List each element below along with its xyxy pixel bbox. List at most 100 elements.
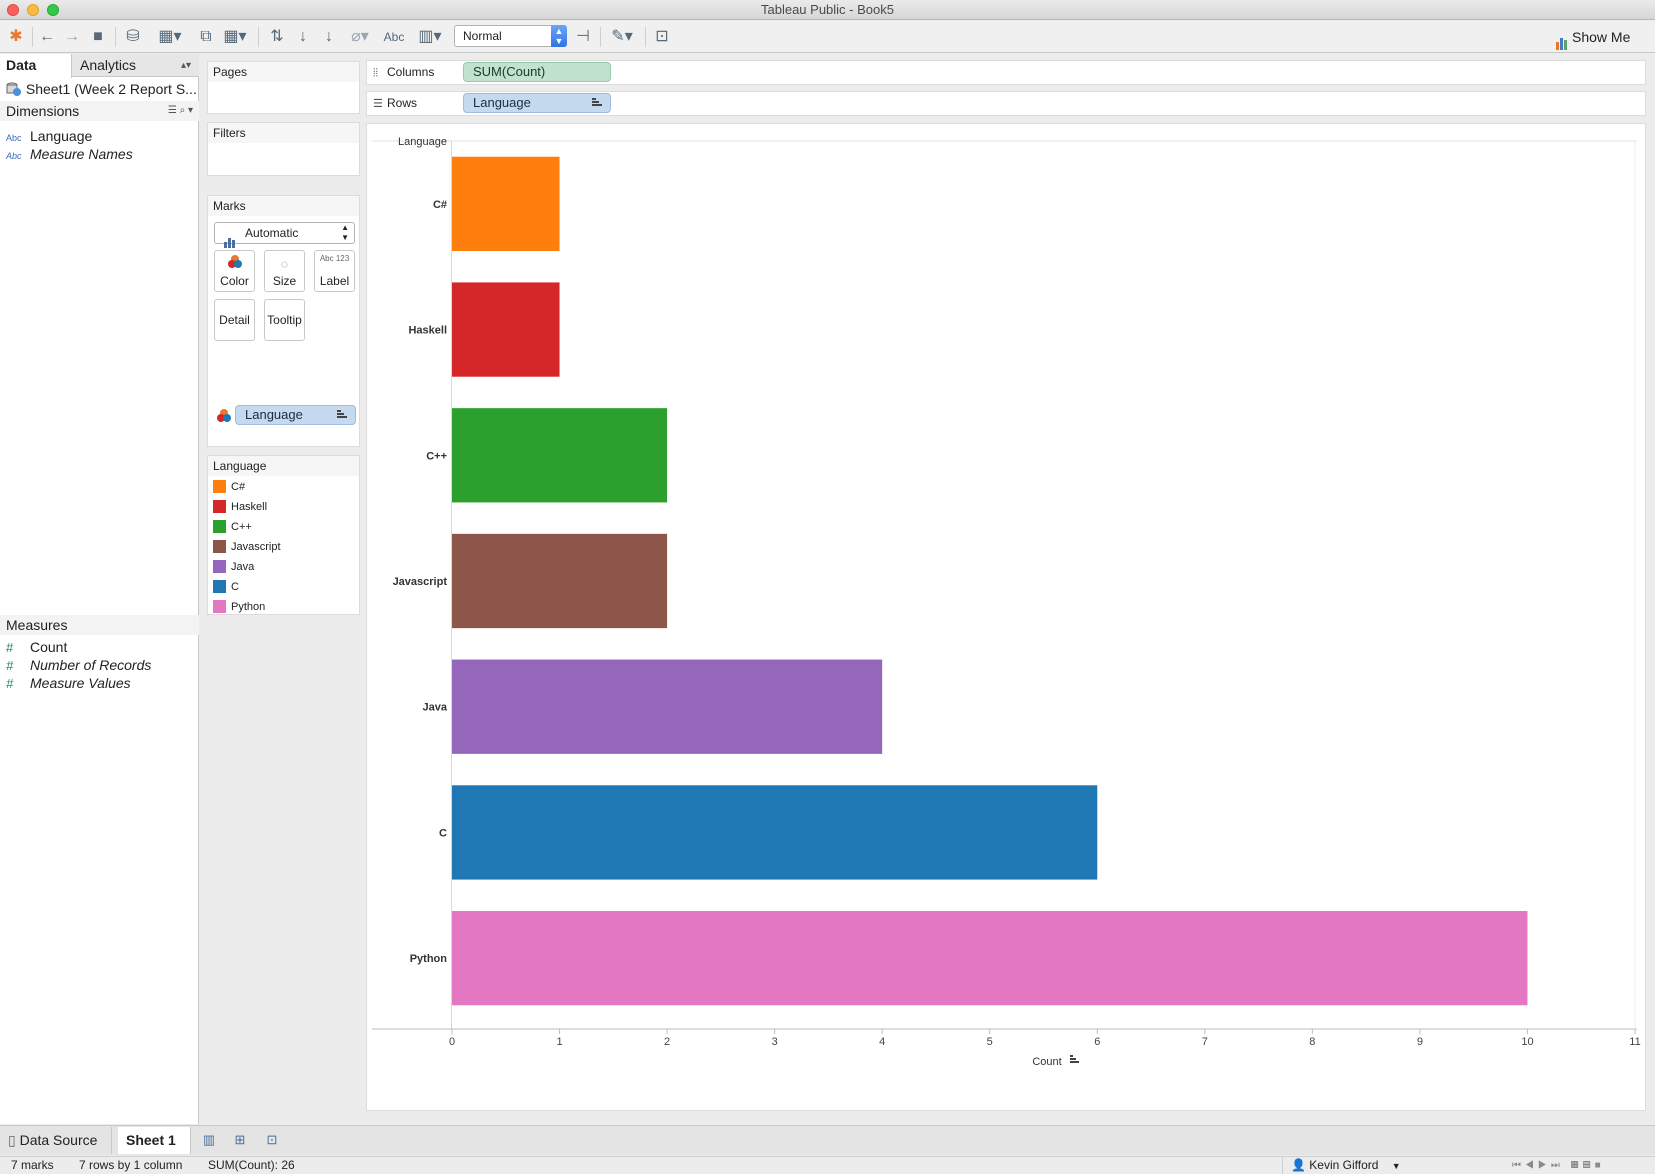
sort-icon (337, 410, 347, 419)
x-tick-label: 5 (987, 1036, 993, 1048)
minimize-window-button[interactable] (27, 4, 39, 16)
show-me-button[interactable]: Show Me (1556, 26, 1631, 50)
pin-icon[interactable]: ⊣ (572, 26, 594, 48)
legend-item[interactable]: Java (213, 558, 254, 577)
marks-card-title: Marks (208, 196, 359, 216)
legend-item[interactable]: C# (213, 478, 245, 497)
field-name: Count (30, 639, 68, 655)
dimensions-title: Dimensions (6, 103, 80, 119)
redo-icon[interactable]: → (62, 26, 82, 48)
rows-shelf-label: ☰ Rows (373, 92, 417, 116)
category-label: C++ (426, 450, 447, 462)
dimensions-header: Dimensions ☰ ⌕ ▾ (0, 101, 199, 121)
category-label: C (439, 827, 447, 839)
duplicate-sheet-icon[interactable]: ⧉ (195, 26, 217, 48)
field-name: Measure Names (30, 146, 133, 162)
legend-item[interactable]: Python (213, 598, 265, 617)
clear-sheet-icon[interactable]: ▦▾ (220, 26, 250, 48)
columns-label-text: Columns (387, 65, 435, 79)
filters-card-title: Filters (208, 123, 359, 143)
label-button[interactable]: Abc 123 Label (314, 250, 355, 292)
tableau-logo-icon[interactable]: ✱ (6, 26, 26, 48)
datasource-item[interactable]: Sheet1 (Week 2 Report S... (6, 81, 196, 99)
number-type-icon: # (6, 640, 14, 655)
save-icon[interactable]: ■ (88, 26, 108, 48)
columns-sum-count-pill[interactable]: SUM(Count) (463, 62, 611, 82)
data-source-tab[interactable]: ▯ Data Source (0, 1127, 113, 1154)
show-me-label: Show Me (1572, 29, 1631, 45)
filters-card[interactable]: Filters (207, 122, 360, 176)
data-pane: Data Analytics ▴▾ Sheet1 (Week 2 Report … (0, 54, 199, 1124)
legend-item[interactable]: C (213, 578, 239, 597)
tab-data[interactable]: Data (0, 54, 72, 78)
presentation-mode-icon[interactable]: ⊡ (651, 26, 673, 48)
bar-c (452, 785, 1098, 880)
bar-c- (452, 156, 560, 251)
legend-swatch (213, 500, 226, 513)
fix-axes-icon[interactable]: ▥▾ (414, 26, 446, 48)
x-axis-label: Count (1032, 1056, 1061, 1068)
x-tick-label: 11 (1629, 1036, 1640, 1048)
tab-analytics[interactable]: Analytics (80, 54, 136, 77)
detail-button[interactable]: Detail (214, 299, 255, 341)
data-source-tab-label: Data Source (19, 1132, 98, 1148)
data-pane-tabs: Data Analytics ▴▾ (0, 54, 199, 78)
close-window-button[interactable] (7, 4, 19, 16)
new-story-icon[interactable]: ⊡ (263, 1132, 281, 1148)
color-button[interactable]: Color (214, 250, 255, 292)
number-type-icon: # (6, 676, 14, 691)
x-tick-label: 1 (556, 1036, 562, 1048)
color-language-pill[interactable]: Language (235, 405, 356, 425)
mark-type-dropdown[interactable]: Automatic ▲ ▼ (214, 222, 355, 248)
annotate-icon[interactable]: ✎▾ (606, 26, 638, 48)
legend-swatch (213, 480, 226, 493)
columns-shelf[interactable]: ⦙⦙ Columns SUM(Count) (366, 60, 1646, 85)
axis-sort-icon (1070, 1058, 1076, 1060)
legend-item[interactable]: C++ (213, 518, 252, 537)
legend-item[interactable]: Haskell (213, 498, 267, 517)
pane-menu-icon[interactable]: ▴▾ (181, 54, 191, 77)
legend-item[interactable]: Javascript (213, 538, 281, 557)
x-tick-label: 10 (1521, 1036, 1533, 1048)
tooltip-button[interactable]: Tooltip (264, 299, 305, 341)
sheet-1-tab-label: Sheet 1 (126, 1132, 176, 1148)
new-worksheet-icon[interactable]: ▦▾ (155, 26, 185, 48)
sheet-1-tab[interactable]: Sheet 1 (118, 1127, 191, 1154)
sort-descending-icon[interactable]: ↓ (318, 26, 340, 48)
x-tick-label: 9 (1417, 1036, 1423, 1048)
measures-header: Measures (0, 615, 199, 635)
maximize-window-button[interactable] (47, 4, 59, 16)
sort-ascending-icon[interactable]: ↓ (292, 26, 314, 48)
new-dashboard-icon[interactable]: ⊞ (231, 1132, 249, 1148)
sheet-navigation-icons[interactable]: ⏮◀▶⏭ ▦▤■ (1512, 1157, 1605, 1174)
rows-shelf[interactable]: ☰ Rows Language (366, 91, 1646, 116)
fit-dropdown[interactable]: Normal ▲ ▼ (454, 25, 567, 47)
highlight-icon[interactable]: ⌀▾ (345, 26, 375, 48)
field-measure-measure-values[interactable]: # Measure Values (6, 674, 131, 692)
legend-label: Java (231, 561, 255, 573)
cards-column: Pages Filters Marks Automatic ▲ ▼ Color ◌… (200, 54, 360, 1124)
chart-view[interactable]: Language C# Haskell C++ Javascript Java C Pytho… (366, 123, 1646, 1111)
user-menu[interactable]: 👤 Kevin Gifford ▼ (1282, 1157, 1402, 1174)
new-worksheet-icon[interactable]: ▥ (200, 1132, 218, 1148)
new-datasource-icon[interactable]: ⛁ (122, 26, 144, 48)
field-measure-number-of-records[interactable]: # Number of Records (6, 656, 151, 674)
mark-type-value: Automatic (245, 226, 299, 240)
field-dimension-language[interactable]: Abc Language (6, 127, 92, 145)
rows-language-pill[interactable]: Language (463, 93, 611, 113)
show-labels-icon[interactable]: Abc (381, 26, 407, 48)
legend-title: Language (208, 456, 359, 476)
x-tick-label: 8 (1309, 1036, 1315, 1048)
legend-swatch (213, 540, 226, 553)
dimensions-tools-icon[interactable]: ☰ ⌕ ▾ (168, 101, 193, 121)
columns-icon: ⦙⦙ (373, 67, 378, 79)
undo-icon[interactable]: ← (37, 26, 57, 48)
rows-icon: ☰ (373, 98, 383, 110)
field-dimension-measure-names[interactable]: Abc Measure Names (6, 145, 133, 163)
number-type-icon: # (6, 658, 14, 673)
pages-card[interactable]: Pages (207, 61, 360, 114)
swap-rows-columns-icon[interactable]: ⇅ (266, 26, 288, 48)
label-icon: Abc 123 (319, 254, 350, 263)
field-measure-count[interactable]: # Count (6, 638, 67, 656)
size-button[interactable]: ◌ Size (264, 250, 305, 292)
